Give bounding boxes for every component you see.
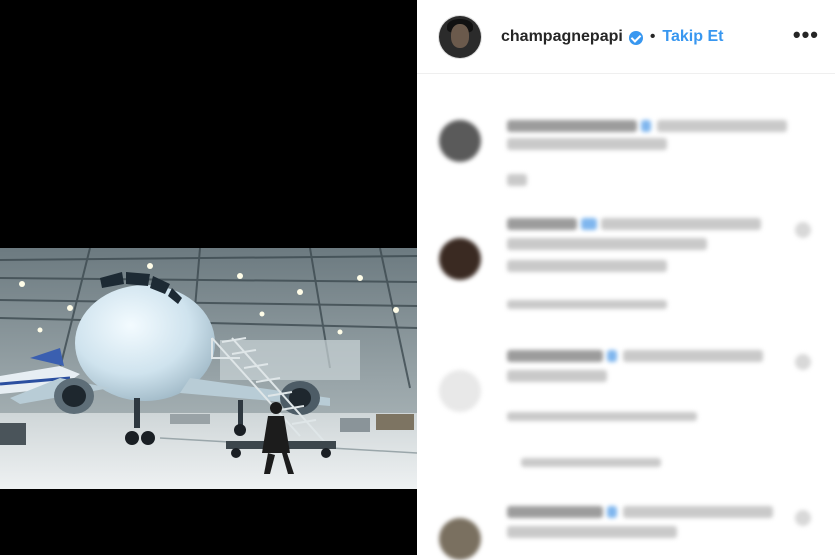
comment-text-blurred — [623, 506, 773, 518]
comment-username-blurred — [507, 506, 603, 518]
post-media[interactable] — [0, 0, 417, 555]
post-image — [0, 248, 417, 489]
comment-text-blurred — [623, 350, 763, 362]
like-heart-icon[interactable] — [795, 354, 811, 370]
verified-badge-icon — [607, 350, 617, 362]
verified-badge-icon — [607, 506, 617, 518]
like-heart-icon[interactable] — [795, 222, 811, 238]
comment-avatar[interactable] — [439, 518, 481, 560]
verified-badge-icon — [628, 30, 643, 45]
post-side-panel: champagnepapi • Takip Et ••• — [417, 0, 835, 560]
comment-text-blurred — [657, 120, 787, 132]
comment-avatar[interactable] — [439, 370, 481, 412]
comment-username-blurred — [507, 120, 637, 132]
like-heart-icon[interactable] — [795, 510, 811, 526]
comment-text-blurred — [507, 260, 667, 272]
comment-avatar[interactable] — [439, 238, 481, 280]
separator-dot: • — [649, 27, 656, 45]
comment-text-blurred — [601, 218, 761, 230]
profile-avatar[interactable] — [439, 15, 481, 58]
avatar-face — [451, 23, 469, 48]
comment-text-blurred — [507, 238, 707, 250]
comment-text-blurred — [507, 526, 677, 538]
follow-button[interactable]: Takip Et — [662, 28, 723, 46]
comment-text-blurred — [507, 138, 667, 150]
comment-avatar[interactable] — [439, 120, 481, 162]
comment-username-blurred — [507, 350, 603, 362]
post-header: champagnepapi • Takip Et ••• — [417, 0, 835, 74]
username-link[interactable]: champagnepapi — [501, 28, 623, 46]
verified-badge-icon — [641, 120, 651, 132]
comment-meta-blurred — [507, 174, 527, 186]
comment-username-blurred — [507, 218, 577, 230]
comment-meta-blurred — [507, 412, 697, 421]
verified-badge-icon — [581, 218, 597, 230]
comment-text-blurred — [507, 370, 607, 382]
airplane-hangar-photo — [0, 248, 417, 489]
view-replies-blurred[interactable] — [521, 458, 661, 467]
more-options-icon[interactable]: ••• — [793, 22, 819, 48]
comment-meta-blurred — [507, 300, 667, 309]
